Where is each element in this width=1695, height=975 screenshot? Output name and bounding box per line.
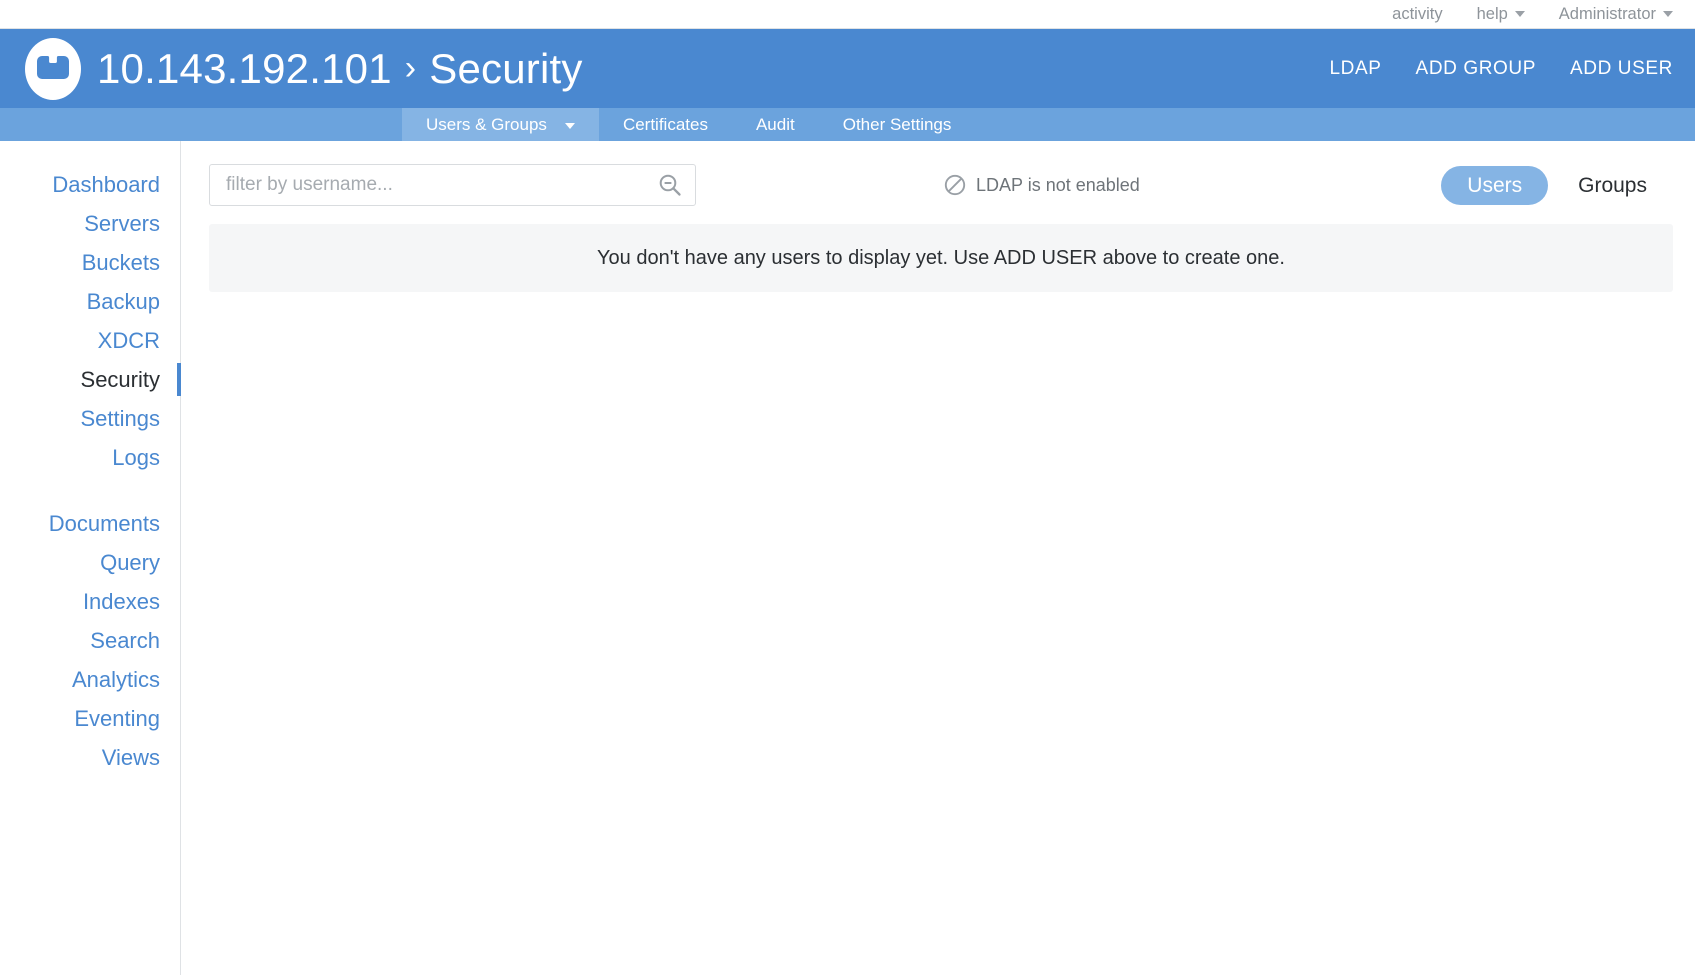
sidebar-item-label: Search bbox=[90, 627, 160, 653]
utility-item-help-label: help bbox=[1476, 4, 1508, 23]
filter-box[interactable] bbox=[209, 164, 696, 206]
tab-certificates-label: Certificates bbox=[622, 114, 708, 134]
app-header: 10.143.192.101 › Security LDAP ADD GROUP… bbox=[0, 29, 1695, 108]
subnav-tabs: Users & Groups Certificates Audit Other … bbox=[0, 108, 1695, 141]
main-content: LDAP is not enabled Users Groups You don… bbox=[181, 141, 1695, 975]
sidebar-item-logs[interactable]: Logs bbox=[0, 438, 180, 477]
sidebar-item-label: Settings bbox=[80, 405, 161, 431]
tab-other-settings-label: Other Settings bbox=[842, 114, 952, 134]
page-title: Security bbox=[429, 44, 583, 92]
sidebar-item-label: Backup bbox=[86, 288, 160, 314]
body-container: Dashboard Servers Buckets Backup XDCR Se… bbox=[0, 141, 1695, 975]
sidebar-item-xdcr[interactable]: XDCR bbox=[0, 321, 180, 360]
search-input[interactable] bbox=[226, 174, 657, 196]
utility-bar: activity help Administrator bbox=[0, 0, 1695, 29]
status-badge: LDAP is not enabled bbox=[976, 174, 1140, 195]
chevron-down-icon bbox=[564, 122, 575, 129]
ldap-status: LDAP is not enabled bbox=[944, 174, 1140, 196]
sidebar-item-indexes[interactable]: Indexes bbox=[0, 582, 180, 621]
tab-audit-label: Audit bbox=[755, 114, 795, 134]
sidebar-item-label: Indexes bbox=[82, 588, 160, 614]
sidebar-item-label: Dashboard bbox=[52, 171, 160, 197]
sidebar-item-servers[interactable]: Servers bbox=[0, 204, 180, 243]
utility-item-activity[interactable]: activity bbox=[1392, 6, 1442, 23]
sidebar-item-label: Documents bbox=[48, 510, 160, 536]
tab-certificates[interactable]: Certificates bbox=[599, 108, 732, 141]
add-user-button[interactable]: ADD USER bbox=[1570, 58, 1673, 80]
breadcrumb-cluster-address[interactable]: 10.143.192.101 bbox=[97, 45, 392, 93]
sidebar-item-label: XDCR bbox=[97, 327, 160, 353]
tab-audit[interactable]: Audit bbox=[732, 108, 819, 141]
sidebar-item-documents[interactable]: Documents bbox=[0, 504, 180, 543]
sidebar-item-views[interactable]: Views bbox=[0, 738, 180, 777]
sidebar-item-label: Query bbox=[100, 549, 160, 575]
sidebar-item-analytics[interactable]: Analytics bbox=[0, 660, 180, 699]
empty-state-message: You don't have any users to display yet.… bbox=[597, 246, 1285, 269]
chevron-down-icon bbox=[1663, 11, 1673, 17]
header-actions: LDAP ADD GROUP ADD USER bbox=[1330, 58, 1674, 80]
sidebar-item-backup[interactable]: Backup bbox=[0, 282, 180, 321]
users-toolbar: LDAP is not enabled Users Groups bbox=[209, 164, 1673, 206]
ldap-button[interactable]: LDAP bbox=[1330, 58, 1382, 80]
utility-item-activity-label: activity bbox=[1392, 4, 1443, 23]
add-group-button[interactable]: ADD GROUP bbox=[1416, 58, 1536, 80]
sidebar-item-settings[interactable]: Settings bbox=[0, 399, 180, 438]
sidebar-item-dashboard[interactable]: Dashboard bbox=[0, 165, 180, 204]
utility-item-administrator-label: Administrator bbox=[1558, 4, 1656, 23]
empty-state-panel: You don't have any users to display yet.… bbox=[209, 224, 1673, 292]
sidebar-item-label: Analytics bbox=[71, 666, 160, 692]
sidebar: Dashboard Servers Buckets Backup XDCR Se… bbox=[0, 141, 181, 975]
users-groups-toggle: Users Groups bbox=[1441, 165, 1673, 205]
search-icon[interactable] bbox=[657, 172, 683, 198]
breadcrumb: 10.143.192.101 › Security bbox=[97, 45, 583, 93]
toggle-users[interactable]: Users bbox=[1441, 165, 1549, 205]
sidebar-item-label: Logs bbox=[112, 444, 160, 470]
sidebar-item-label: Views bbox=[101, 744, 160, 770]
tab-users-and-groups-label: Users & Groups bbox=[426, 114, 547, 134]
breadcrumb-separator: › bbox=[404, 49, 417, 87]
tab-other-settings[interactable]: Other Settings bbox=[819, 108, 976, 141]
sidebar-item-label: Security bbox=[80, 366, 160, 392]
couchbase-logo-icon[interactable] bbox=[25, 37, 81, 100]
chevron-down-icon bbox=[1514, 11, 1525, 17]
sidebar-item-eventing[interactable]: Eventing bbox=[0, 699, 180, 738]
sidebar-item-label: Eventing bbox=[74, 705, 160, 731]
sidebar-item-buckets[interactable]: Buckets bbox=[0, 243, 180, 282]
sidebar-divider bbox=[0, 477, 180, 504]
toggle-groups[interactable]: Groups bbox=[1552, 166, 1673, 205]
prohibited-icon bbox=[944, 174, 966, 196]
tab-users-and-groups[interactable]: Users & Groups bbox=[402, 108, 599, 141]
utility-item-administrator[interactable]: Administrator bbox=[1559, 6, 1673, 23]
sidebar-item-search[interactable]: Search bbox=[0, 621, 180, 660]
sidebar-item-label: Servers bbox=[84, 210, 160, 236]
sidebar-item-label: Buckets bbox=[81, 249, 160, 275]
utility-item-help[interactable]: help bbox=[1477, 6, 1525, 23]
sidebar-item-query[interactable]: Query bbox=[0, 543, 180, 582]
sidebar-item-security[interactable]: Security bbox=[0, 360, 181, 399]
